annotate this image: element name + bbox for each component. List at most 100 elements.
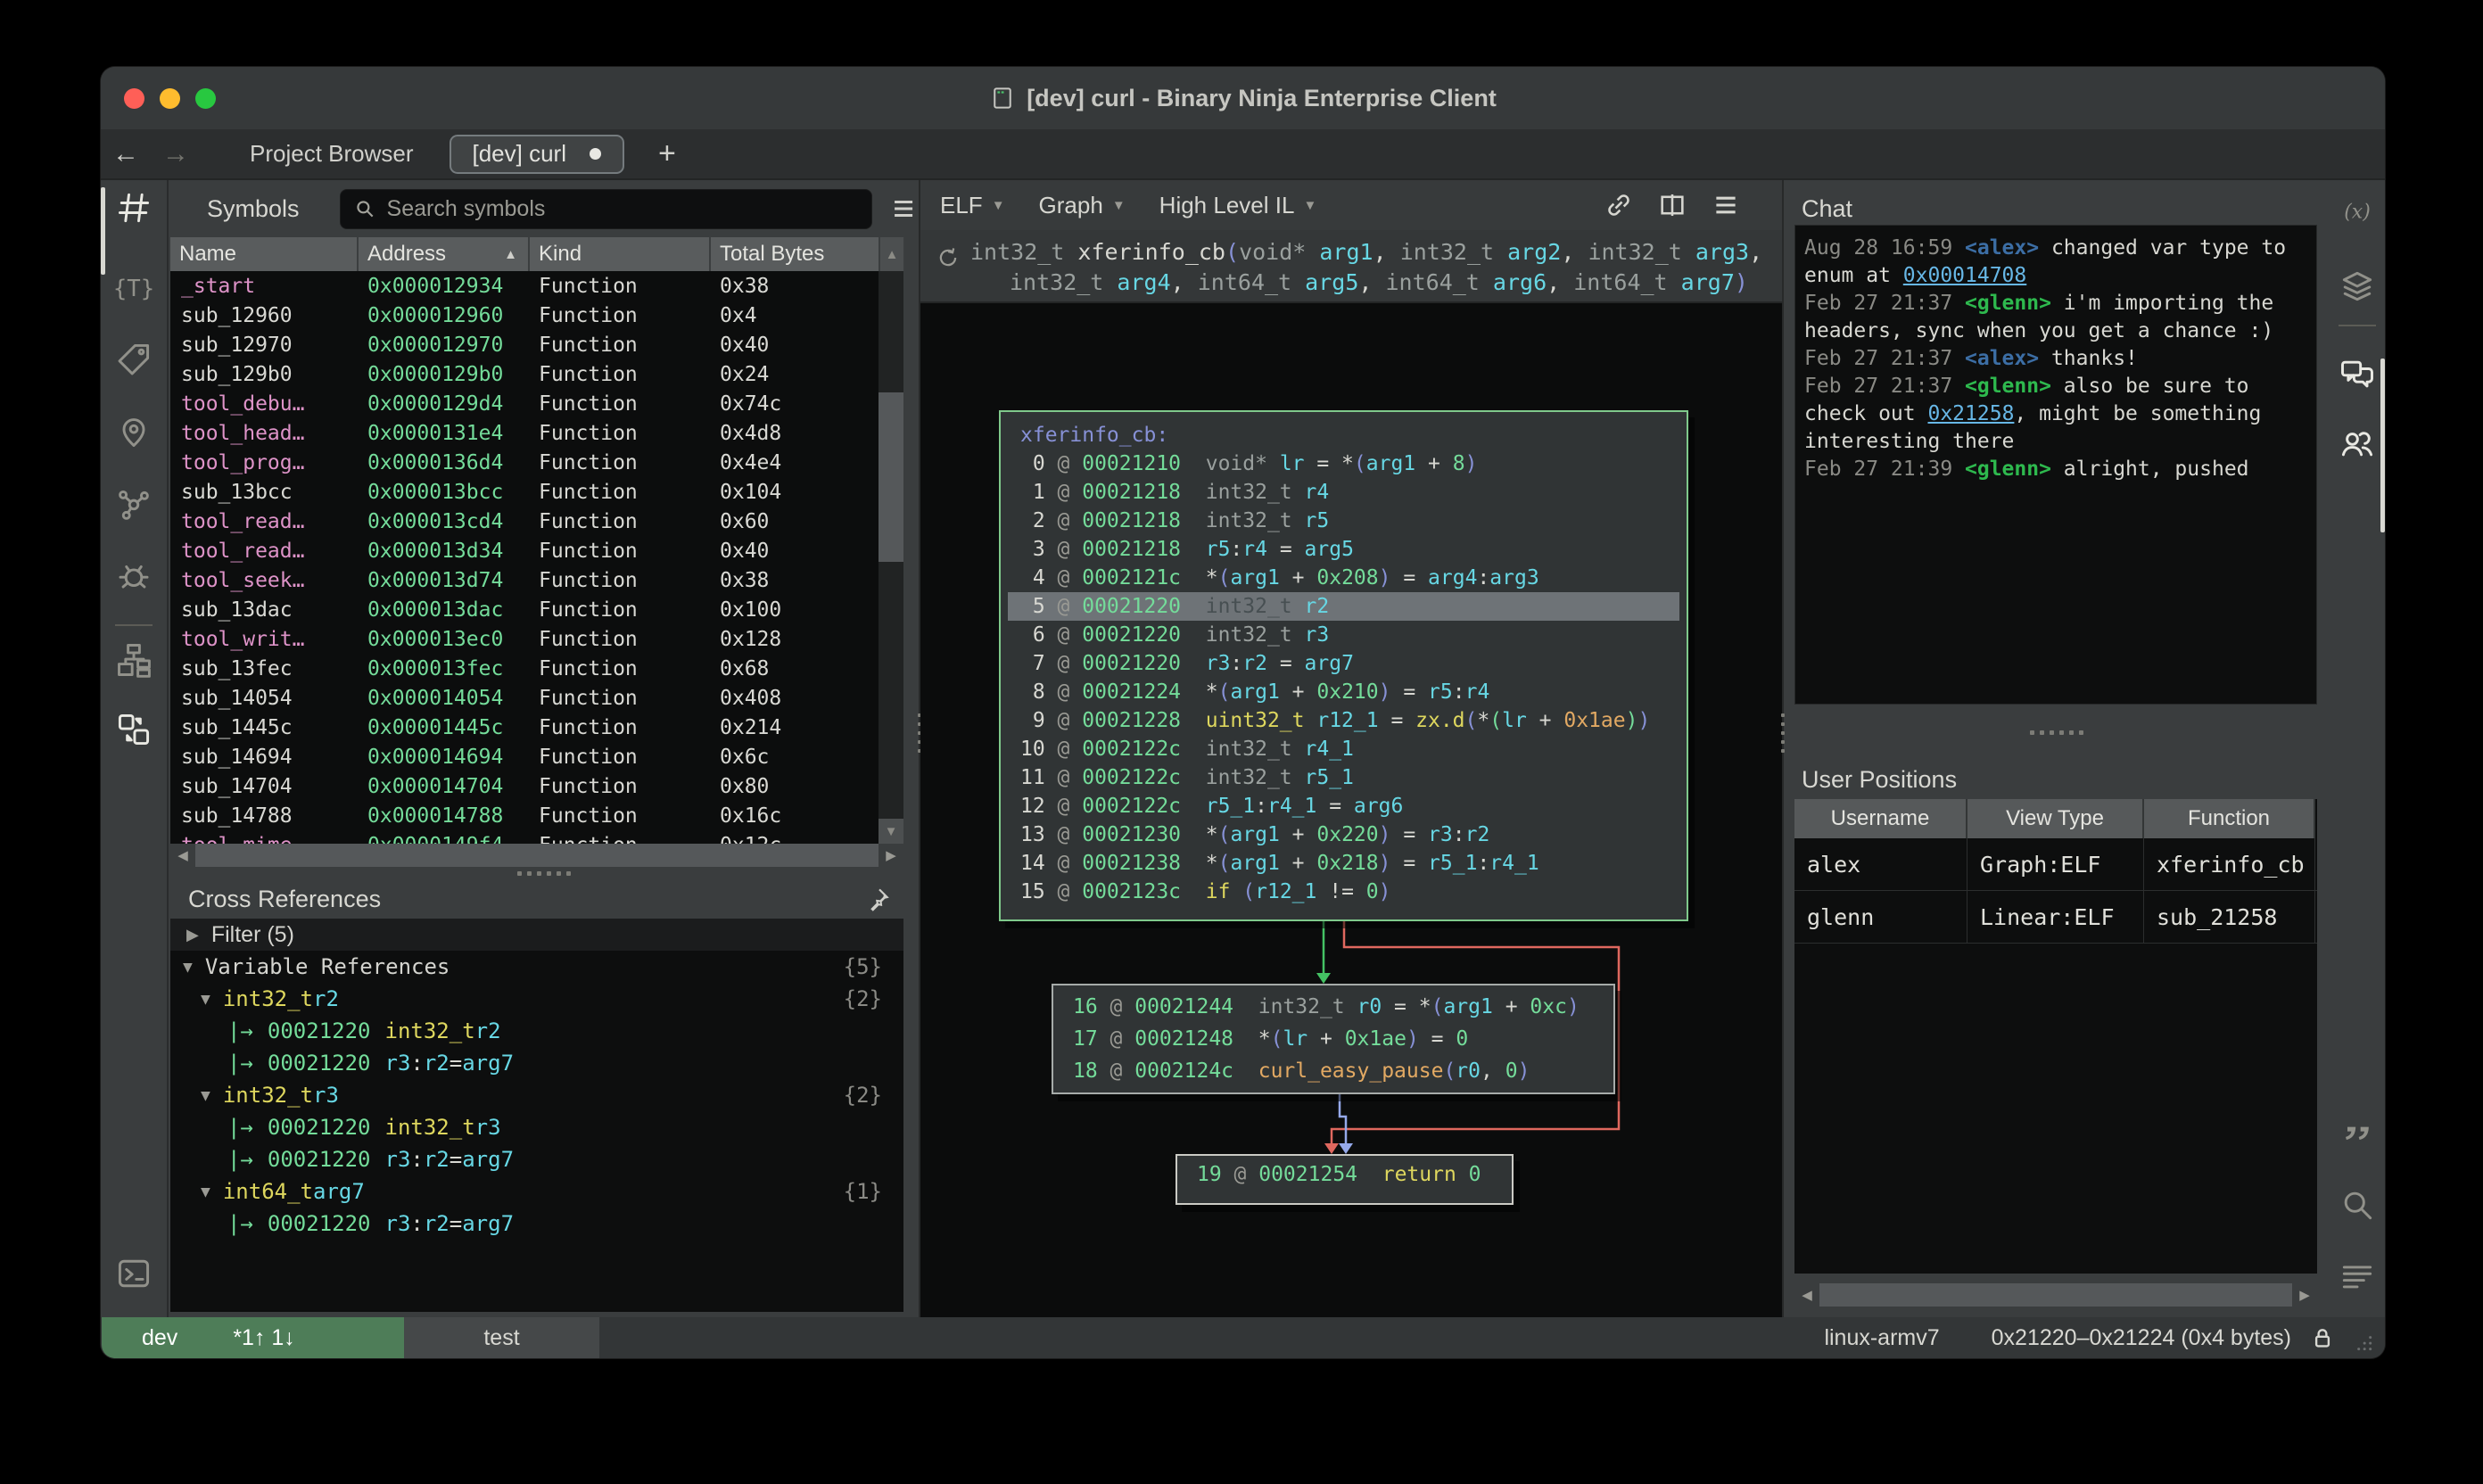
chat-log[interactable]: Aug 28 16:59 <alex> changed var type toe… [1794, 225, 2317, 705]
magnifier-icon[interactable] [2338, 1185, 2377, 1224]
hlil-line[interactable]: 16 @ 00021244 int32_t r0 = *(arg1 + 0xc) [1053, 991, 1613, 1023]
xref-reference-row[interactable]: |→00021220int32_t r2 [170, 1015, 903, 1047]
symbol-row[interactable]: tool_mime… 0x0000149f4Function0x12c [170, 830, 903, 844]
hlil-line[interactable]: 5 @ 00021220 int32_t r2 [1008, 592, 1679, 621]
scroll-left-icon[interactable]: ◀ [1794, 1283, 1819, 1307]
hscroll-thumb[interactable] [1819, 1283, 2292, 1307]
column-kind[interactable]: Kind [530, 237, 711, 271]
symbol-row[interactable]: sub_14704 0x000014704Function0x80 [170, 771, 903, 801]
scroll-right-icon[interactable]: ▶ [2292, 1283, 2317, 1307]
hlil-line[interactable]: 13 @ 00021230 *(arg1 + 0x220) = r3:r2 [1001, 820, 1687, 849]
scroll-right-icon[interactable]: ▶ [879, 844, 903, 867]
basic-block-entry[interactable]: xferinfo_cb:0 @ 00021210 void* lr = *(ar… [999, 410, 1688, 921]
symbol-row[interactable]: sub_14054 0x000014054Function0x408 [170, 683, 903, 713]
branch-tab-dev[interactable]: dev *1↑ 1↓ [102, 1317, 404, 1358]
forward-button[interactable]: → [151, 139, 201, 169]
hlil-line[interactable]: 15 @ 0002123c if (r12_1 != 0) [1001, 878, 1687, 906]
symbols-search[interactable] [340, 189, 872, 229]
hlil-line[interactable]: 0 @ 00021210 void* lr = *(arg1 + 8) [1001, 449, 1687, 478]
view-menu-icon[interactable] [1711, 190, 1741, 220]
symbol-row[interactable]: tool_debu… 0x0000129d4Function0x74c [170, 389, 903, 418]
symbol-row[interactable]: tool_head… 0x0000131e4Function0x4d8 [170, 418, 903, 448]
fx-icon[interactable]: (x) [2338, 191, 2377, 230]
xref-reference-row[interactable]: |→00021220r3:r2 = arg7 [170, 1143, 903, 1175]
user-positions-hscrollbar[interactable]: ◀ ▶ [1794, 1283, 2317, 1307]
new-tab-button[interactable]: + [658, 136, 676, 171]
hlil-line[interactable]: 9 @ 00021228 uint32_t r12_1 = zx.d(*(lr … [1001, 706, 1687, 735]
symbol-row[interactable]: _start 0x000012934Function0x38 [170, 271, 903, 301]
branch-tab-test[interactable]: test [404, 1317, 599, 1358]
il-dropdown[interactable]: High Level IL▼ [1159, 192, 1317, 219]
layers-icon[interactable] [2338, 267, 2377, 306]
column-function[interactable]: Function [2144, 799, 2315, 838]
column-address[interactable]: Address▲ [359, 237, 530, 271]
hlil-line[interactable]: 8 @ 00021224 *(arg1 + 0x210) = r5:r4 [1001, 678, 1687, 706]
xref-variable-row[interactable]: ▼int64_t arg7{1} [170, 1175, 903, 1208]
symbols-vscrollbar[interactable] [879, 271, 903, 819]
function-signature[interactable]: int32_t xferinfo_cb(void* arg1, int32_t … [920, 230, 1782, 303]
symbol-row[interactable]: sub_12960 0x000012960Function0x4 [170, 301, 903, 330]
xref-variable-row[interactable]: ▼int32_t r3{2} [170, 1079, 903, 1111]
hlil-line[interactable]: 10 @ 0002122c int32_t r4_1 [1001, 735, 1687, 763]
hlil-line[interactable]: 3 @ 00021218 r5:r4 = arg5 [1001, 535, 1687, 564]
format-dropdown[interactable]: ELF▼ [940, 192, 1005, 219]
basic-block-true-branch[interactable]: 16 @ 00021244 int32_t r0 = *(arg1 + 0xc)… [1052, 984, 1615, 1094]
bug-icon[interactable] [114, 556, 153, 595]
refresh-icon[interactable] [935, 244, 961, 271]
scroll-up-icon[interactable]: ▲ [880, 237, 905, 271]
log-lines-icon[interactable] [2338, 1257, 2377, 1296]
scroll-down-icon[interactable]: ▼ [879, 819, 903, 844]
hlil-line[interactable]: 12 @ 0002122c r5_1:r4_1 = arg6 [1001, 792, 1687, 820]
panel-splitter-handle[interactable] [169, 867, 919, 879]
search-input[interactable] [387, 196, 859, 222]
symbol-row[interactable]: sub_14788 0x000014788Function0x16c [170, 801, 903, 830]
pin-icon[interactable] [863, 885, 892, 913]
column-name[interactable]: Name [170, 237, 359, 271]
hlil-line[interactable]: 4 @ 0002121c *(arg1 + 0x208) = arg4:arg3 [1001, 564, 1687, 592]
layout-dropdown[interactable]: Graph▼ [1039, 192, 1126, 219]
symbols-hscrollbar[interactable]: ◀ ▶ [170, 844, 903, 867]
symbol-row[interactable]: sub_14694 0x000014694Function0x6c [170, 742, 903, 771]
people-icon[interactable] [2338, 424, 2377, 463]
symbol-row[interactable]: tool_read… 0x000013cd4Function0x60 [170, 507, 903, 536]
terminal-icon[interactable] [114, 1254, 153, 1293]
quotes-icon[interactable] [2338, 1114, 2377, 1153]
xref-section-row[interactable]: ▼Variable References{5} [170, 951, 903, 983]
lock-icon[interactable] [2309, 1324, 2336, 1351]
back-button[interactable]: ← [101, 139, 151, 169]
xref-reference-row[interactable]: |→00021220r3:r2 = arg7 [170, 1208, 903, 1240]
tab-project-browser[interactable]: Project Browser [250, 140, 414, 168]
molecule-icon[interactable] [114, 484, 153, 524]
map-pin-icon[interactable] [114, 411, 153, 450]
column-total-bytes[interactable]: Total Bytes [711, 237, 880, 271]
tab-dev-curl[interactable]: [dev] curl [450, 135, 625, 174]
basic-block-return[interactable]: 19 @ 00021254 return 0 [1176, 1154, 1514, 1205]
chat-bubbles-icon[interactable] [2338, 354, 2377, 393]
symbol-row[interactable]: sub_13fec 0x000013fecFunction0x68 [170, 654, 903, 683]
symbol-row[interactable]: tool_prog… 0x0000136d4Function0x4e4 [170, 448, 903, 477]
xref-reference-row[interactable]: |→00021220int32_t r3 [170, 1111, 903, 1143]
hierarchy-icon[interactable] [114, 640, 153, 680]
xref-filter-row[interactable]: ▶Filter (5) [170, 919, 903, 951]
hlil-line[interactable]: 19 @ 00021254 return 0 [1177, 1160, 1512, 1189]
panel-splitter-handle[interactable] [1784, 705, 2330, 760]
xref-reference-row[interactable]: |→00021220r3:r2 = arg7 [170, 1047, 903, 1079]
hlil-line[interactable]: 2 @ 00021218 int32_t r5 [1001, 507, 1687, 535]
column-username[interactable]: Username [1794, 799, 1967, 838]
tag-icon[interactable] [114, 340, 153, 379]
sync-icon[interactable] [114, 710, 153, 749]
symbol-row[interactable]: sub_1445c 0x00001445cFunction0x214 [170, 713, 903, 742]
graph-canvas[interactable]: xferinfo_cb:0 @ 00021210 void* lr = *(ar… [920, 303, 1782, 1317]
split-view-icon[interactable] [1657, 190, 1687, 220]
link-icon[interactable] [1604, 190, 1634, 220]
symbol-row[interactable]: sub_13bcc 0x000013bccFunction0x104 [170, 477, 903, 507]
scroll-left-icon[interactable]: ◀ [170, 844, 195, 867]
symbols-menu-icon[interactable] [888, 195, 919, 222]
xref-variable-row[interactable]: ▼int32_t r2{2} [170, 983, 903, 1015]
symbol-row[interactable]: tool_seek… 0x000013d74Function0x38 [170, 565, 903, 595]
resize-grip[interactable] [2351, 1330, 2374, 1353]
symbol-row[interactable]: sub_13dac 0x000013dacFunction0x100 [170, 595, 903, 624]
hscroll-thumb[interactable] [195, 844, 879, 867]
user-position-row[interactable]: alexGraph:ELFxferinfo_cb [1794, 838, 2317, 891]
splitter-right[interactable] [1782, 180, 1784, 1317]
